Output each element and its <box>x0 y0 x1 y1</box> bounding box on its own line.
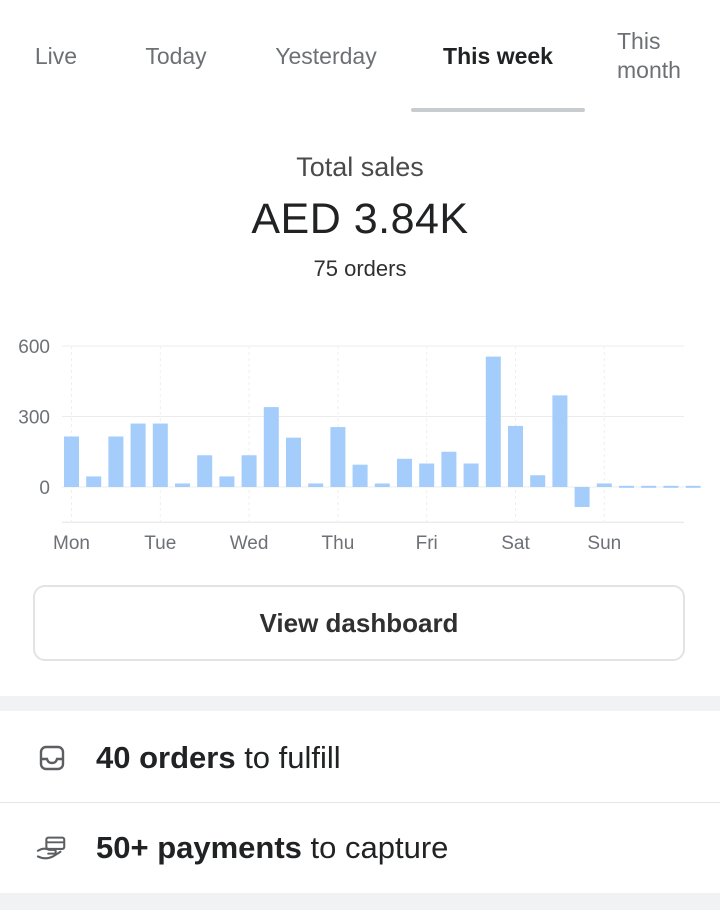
total-sales-amount: AED 3.84K <box>251 195 469 243</box>
chart-bar <box>263 407 279 487</box>
chart-bar <box>619 485 634 488</box>
chart-bar <box>419 463 435 487</box>
chart-bar <box>596 483 612 487</box>
y-tick-label: 600 <box>18 337 50 358</box>
chart-bar <box>241 455 257 487</box>
tab-this-week[interactable]: This week <box>411 0 585 112</box>
chart-bar <box>441 451 457 487</box>
x-tick-label: Sat <box>501 533 530 554</box>
view-dashboard-label: View dashboard <box>259 607 459 638</box>
bottom-separator <box>0 893 720 910</box>
chart-bar <box>330 427 346 487</box>
chart-bar <box>64 436 79 487</box>
y-tick-label: 300 <box>18 408 50 429</box>
period-tabs: Live Today Yesterday This week This mont… <box>0 0 720 112</box>
chart-bar <box>508 425 523 487</box>
orders-to-fulfill-text: 40 orders to fulfill <box>96 740 341 776</box>
x-tick-label: Thu <box>322 533 355 554</box>
chart-bar <box>663 485 679 488</box>
chart-bar <box>108 436 124 487</box>
total-sales-label: Total sales <box>296 152 424 182</box>
chart-bar <box>219 476 235 487</box>
chart-bar <box>397 458 412 487</box>
chart-bar <box>574 487 590 507</box>
orders-to-fulfill-row[interactable]: 40 orders to fulfill <box>0 713 720 803</box>
tab-live-label: Live <box>34 42 78 69</box>
tab-yesterday[interactable]: Yesterday <box>260 0 392 112</box>
x-tick-label: Fri <box>416 533 438 554</box>
chart-bar <box>175 483 190 487</box>
y-tick-label: 0 <box>39 478 50 499</box>
chart-y-ticks: 600 300 0 <box>18 337 50 499</box>
inbox-icon <box>36 742 68 774</box>
x-tick-label: Sun <box>587 533 621 554</box>
payments-to-capture-suffix: to capture <box>301 830 449 865</box>
chart-bars <box>64 356 701 507</box>
chart-x-ticks: Mon Tue Wed Thu Fri Sat Sun <box>53 533 621 554</box>
chart-bar <box>552 395 568 487</box>
x-tick-label: Wed <box>230 533 269 554</box>
tab-yesterday-label: Yesterday <box>275 42 377 69</box>
payments-to-capture-text: 50+ payments to capture <box>96 830 448 866</box>
chart-bar <box>152 423 168 487</box>
chart-bar <box>685 485 701 488</box>
sales-summary: Total sales AED 3.84K 75 orders <box>0 140 720 282</box>
orders-count: 75 orders <box>313 256 407 281</box>
orders-to-fulfill-suffix: to fulfill <box>235 740 341 775</box>
chart-bar <box>530 475 546 487</box>
tab-live[interactable]: Live <box>18 0 94 112</box>
tab-this-week-label: This week <box>443 42 553 69</box>
tab-today-label: Today <box>145 42 207 69</box>
section-separator <box>0 696 720 711</box>
x-tick-label: Tue <box>144 533 176 554</box>
tab-this-month[interactable]: This month <box>617 0 717 112</box>
tab-this-month-label: This month <box>617 27 681 85</box>
tab-this-month-line1: This <box>617 28 661 54</box>
chart-bar <box>308 483 324 487</box>
chart-bar <box>352 464 368 487</box>
chart-bar <box>197 455 213 487</box>
sales-bar-chart: 600 300 0 Mon Tue Wed Thu Fri Sat Sun <box>18 337 701 554</box>
tab-this-month-line2: month <box>617 57 681 83</box>
chart-bar <box>641 485 657 488</box>
x-tick-label: Mon <box>53 533 90 554</box>
chart-bar <box>463 463 479 487</box>
payments-to-capture-row[interactable]: 50+ payments to capture <box>0 803 720 893</box>
orders-to-fulfill-count: 40 orders <box>96 740 236 775</box>
chart-bar <box>374 483 390 487</box>
payments-to-capture-count: 50+ payments <box>96 830 302 865</box>
tab-today[interactable]: Today <box>128 0 224 112</box>
chart-bar <box>130 423 146 487</box>
active-tab-indicator <box>411 108 585 112</box>
chart-bar <box>86 476 102 487</box>
view-dashboard-button[interactable]: View dashboard <box>33 585 685 661</box>
payment-hand-icon <box>36 832 68 864</box>
chart-bar <box>286 437 301 487</box>
chart-bar <box>485 356 501 487</box>
